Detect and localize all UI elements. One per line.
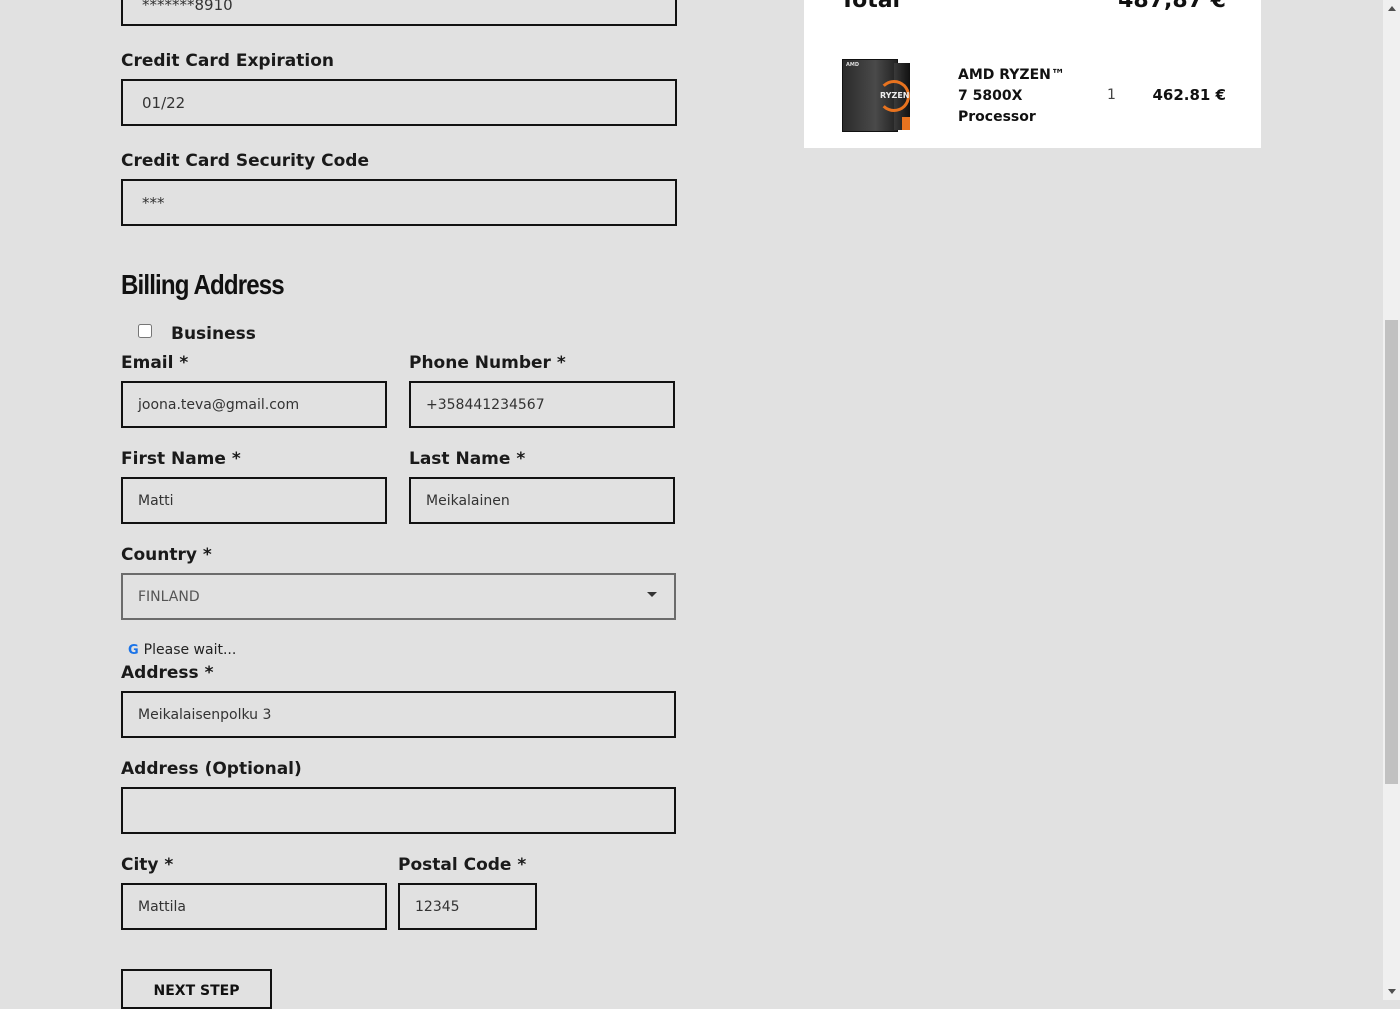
city-value: Mattila	[138, 898, 186, 915]
security-code-label: Credit Card Security Code	[121, 151, 369, 171]
postal-code-field[interactable]: 12345	[398, 883, 537, 930]
please-wait-text: Please wait...	[143, 642, 237, 658]
business-label[interactable]: Business	[171, 324, 256, 344]
address-field[interactable]: Meikalaisenpolku 3	[121, 691, 676, 738]
product-quantity: 1	[1107, 87, 1116, 103]
product-name-line1: AMD RYZEN™	[958, 67, 1065, 83]
billing-address-title: Billing Address	[121, 269, 285, 300]
card-number-field[interactable]: *******8910	[121, 0, 677, 26]
email-value: joona.teva@gmail.com	[138, 396, 300, 413]
next-step-button[interactable]: NEXT STEP	[121, 969, 272, 1009]
chevron-down-icon	[647, 591, 657, 597]
city-label: City *	[121, 855, 174, 875]
email-field[interactable]: joona.teva@gmail.com	[121, 381, 387, 428]
scroll-up-arrow[interactable]	[1383, 0, 1400, 17]
card-number-value: *******8910	[142, 0, 233, 14]
product-name-line2: 7 5800X	[958, 88, 1023, 104]
total-label: Total	[840, 0, 901, 13]
country-select[interactable]: FINLAND	[121, 573, 676, 620]
address-value: Meikalaisenpolku 3	[138, 706, 272, 723]
security-code-field[interactable]: ***	[121, 179, 677, 226]
total-value: 487,87 €	[1118, 0, 1226, 13]
phone-label: Phone Number *	[409, 353, 566, 373]
country-value: FINLAND	[138, 588, 200, 605]
expiration-field[interactable]: 01/22	[121, 79, 677, 126]
phone-value: +358441234567	[426, 396, 545, 413]
next-step-label: NEXT STEP	[153, 983, 240, 999]
product-box-text: RYZEN	[880, 91, 910, 100]
product-name-line3: Processor	[958, 109, 1036, 125]
address-optional-label: Address (Optional)	[121, 759, 302, 779]
last-name-label: Last Name *	[409, 449, 526, 469]
first-name-value: Matti	[138, 492, 174, 509]
scroll-down-arrow[interactable]	[1383, 983, 1400, 1000]
email-label: Email *	[121, 353, 189, 373]
postal-code-label: Postal Code *	[398, 855, 527, 875]
first-name-label: First Name *	[121, 449, 241, 469]
google-g-icon: G	[128, 642, 139, 658]
scrollbar-thumb[interactable]	[1385, 320, 1398, 784]
product-box-brand: AMD	[846, 62, 859, 68]
postal-code-value: 12345	[415, 898, 460, 915]
address-optional-field[interactable]	[121, 787, 676, 834]
last-name-field[interactable]: Meikalainen	[409, 477, 675, 524]
scrollbar[interactable]	[1383, 0, 1400, 1000]
expiration-label: Credit Card Expiration	[121, 51, 335, 71]
expiration-value: 01/22	[142, 93, 186, 112]
last-name-value: Meikalainen	[426, 492, 510, 509]
security-code-value: ***	[142, 193, 165, 212]
first-name-field[interactable]: Matti	[121, 477, 387, 524]
product-price: 462.81 €	[1152, 86, 1226, 104]
country-label: Country *	[121, 545, 212, 565]
loading-indicator: G Please wait...	[128, 642, 236, 658]
phone-field[interactable]: +358441234567	[409, 381, 675, 428]
city-field[interactable]: Mattila	[121, 883, 387, 930]
order-summary-card: Total 487,87 € AMD RYZEN AMD RYZEN™ 7 58…	[804, 0, 1261, 148]
business-checkbox[interactable]	[138, 324, 152, 338]
address-label: Address *	[121, 663, 214, 683]
product-image: AMD RYZEN	[842, 59, 910, 132]
product-name: AMD RYZEN™ 7 5800X Processor	[958, 65, 1065, 128]
